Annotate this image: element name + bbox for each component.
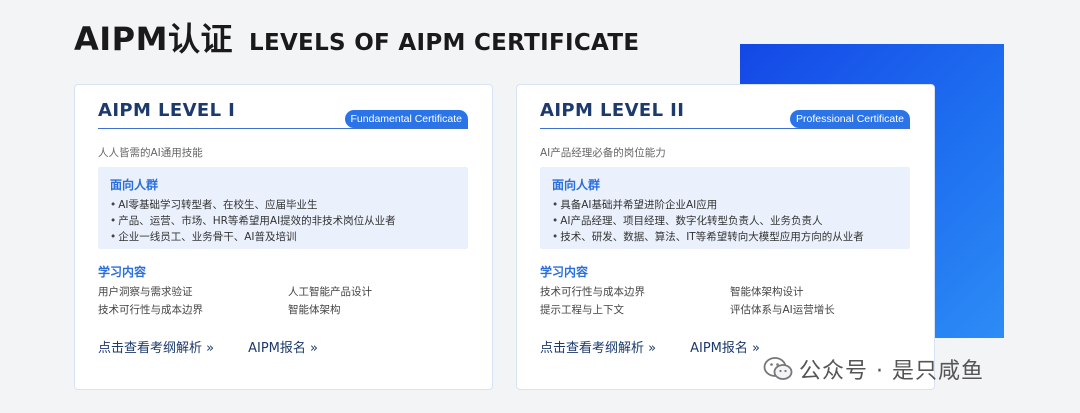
- title-divider: [540, 128, 910, 129]
- learn-list: 用户洞察与需求验证 人工智能产品设计 技术可行性与成本边界 智能体架构: [98, 284, 478, 318]
- learn-item: 技术可行性与成本边界: [98, 304, 203, 316]
- page-subtitle: LEVELS OF AIPM CERTIFICATE: [248, 30, 640, 56]
- audience-item: 具备AI基础并希望进阶企业AI应用: [552, 197, 898, 213]
- title-divider: [98, 128, 468, 129]
- level-1-card: AIPM LEVEL I Fundamental Certificate 人人皆…: [74, 84, 493, 390]
- audience-item: AI产品经理、项目经理、数字化转型负责人、业务负责人: [552, 213, 898, 229]
- level-2-card: AIPM LEVEL II Professional Certificate A…: [516, 84, 935, 390]
- card-title: AIPM LEVEL I: [98, 100, 236, 121]
- audience-item: 技术、研发、数据、算法、IT等希望转向大模型应用方向的从业者: [552, 229, 898, 245]
- certificate-badge: Professional Certificate: [790, 110, 910, 128]
- audience-title: 面向人群: [110, 178, 159, 192]
- audience-item: 产品、运营、市场、HR等希望用AI提效的非技术岗位从业者: [110, 213, 456, 229]
- audience-item: AI零基础学习转型者、在校生、应届毕业生: [110, 197, 456, 213]
- learn-item: 智能体架构设计: [730, 286, 804, 298]
- register-link[interactable]: AIPM报名 »: [248, 337, 318, 356]
- register-link[interactable]: AIPM报名 »: [690, 337, 760, 356]
- learn-item: 人工智能产品设计: [288, 286, 372, 298]
- learn-title: 学习内容: [540, 265, 589, 279]
- audience-box: 面向人群 AI零基础学习转型者、在校生、应届毕业生 产品、运营、市场、HR等希望…: [98, 167, 468, 249]
- learn-item: 评估体系与AI运营增长: [730, 304, 835, 316]
- syllabus-link[interactable]: 点击查看考纲解析 »: [540, 337, 656, 356]
- learn-item: 用户洞察与需求验证: [98, 286, 193, 298]
- audience-title: 面向人群: [552, 178, 601, 192]
- card-title: AIPM LEVEL II: [540, 100, 685, 121]
- card-links: 点击查看考纲解析 » AIPM报名 »: [540, 337, 760, 356]
- audience-item: 企业一线员工、业务骨干、AI普及培训: [110, 229, 456, 245]
- certificate-badge: Fundamental Certificate: [344, 110, 468, 128]
- learn-item: 提示工程与上下文: [540, 304, 624, 316]
- card-subtitle: AI产品经理必备的岗位能力: [540, 147, 666, 159]
- learn-item: 技术可行性与成本边界: [540, 286, 645, 298]
- card-links: 点击查看考纲解析 » AIPM报名 »: [98, 337, 318, 356]
- page-heading: AIPM认证 LEVELS OF AIPM CERTIFICATE: [74, 14, 639, 60]
- watermark-text: 公众号 · 是只咸鱼: [799, 359, 984, 384]
- learn-item: 智能体架构: [288, 304, 341, 316]
- card-subtitle: 人人皆需的AI通用技能: [98, 147, 203, 159]
- audience-box: 面向人群 具备AI基础并希望进阶企业AI应用 AI产品经理、项目经理、数字化转型…: [540, 167, 910, 249]
- learn-list: 技术可行性与成本边界 智能体架构设计 提示工程与上下文 评估体系与AI运营增长: [540, 284, 920, 318]
- syllabus-link[interactable]: 点击查看考纲解析 »: [98, 337, 214, 356]
- wechat-icon: [763, 356, 793, 382]
- page-title: AIPM认证: [74, 20, 233, 58]
- learn-title: 学习内容: [98, 265, 147, 279]
- watermark: 公众号 · 是只咸鱼: [763, 353, 984, 385]
